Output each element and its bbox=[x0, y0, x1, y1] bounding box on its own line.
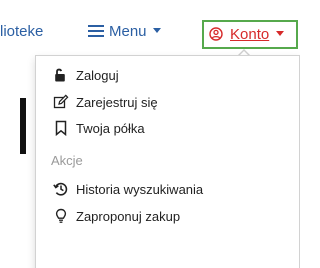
unlock-icon bbox=[55, 68, 65, 82]
hamburger-icon bbox=[88, 25, 104, 37]
nav-menu-label: Menu bbox=[109, 23, 147, 40]
lightbulb-icon bbox=[55, 208, 67, 223]
menu-item-login[interactable]: Zaloguj bbox=[53, 65, 119, 87]
chevron-down-icon bbox=[152, 28, 161, 33]
history-icon bbox=[53, 182, 68, 196]
menu-item-label: Twoja półka bbox=[76, 121, 145, 136]
background-heading-fragment bbox=[20, 98, 26, 154]
nav-menu-button[interactable]: Menu bbox=[88, 20, 161, 44]
menu-item-suggest-purchase[interactable]: Zaproponuj zakup bbox=[53, 206, 180, 228]
edit-icon bbox=[53, 94, 69, 109]
menu-item-search-history[interactable]: Historia wyszukiwania bbox=[53, 179, 203, 201]
account-dropdown: Zaloguj Zarejestruj się Twoja półka Akcj… bbox=[35, 55, 300, 268]
navbar: lioteke Menu Konto bbox=[0, 0, 300, 54]
chevron-down-icon bbox=[276, 31, 285, 36]
menu-item-label: Historia wyszukiwania bbox=[76, 182, 204, 197]
menu-item-label: Zaproponuj zakup bbox=[76, 209, 181, 224]
menu-item-register[interactable]: Zarejestruj się bbox=[53, 92, 158, 114]
page: lioteke Menu Konto Zaloguj Zarejestruj s… bbox=[0, 0, 300, 268]
bookmark-icon bbox=[55, 120, 67, 136]
account-label: Konto bbox=[230, 26, 270, 43]
section-label-actions: Akcje bbox=[51, 153, 83, 168]
account-menu-button[interactable]: Konto bbox=[202, 20, 298, 49]
menu-item-label: Zaloguj bbox=[76, 68, 119, 83]
nav-library-link[interactable]: lioteke bbox=[0, 20, 43, 44]
menu-item-shelf[interactable]: Twoja półka bbox=[53, 118, 145, 140]
menu-item-label: Zarejestruj się bbox=[76, 95, 158, 110]
user-circle-icon bbox=[209, 27, 223, 41]
